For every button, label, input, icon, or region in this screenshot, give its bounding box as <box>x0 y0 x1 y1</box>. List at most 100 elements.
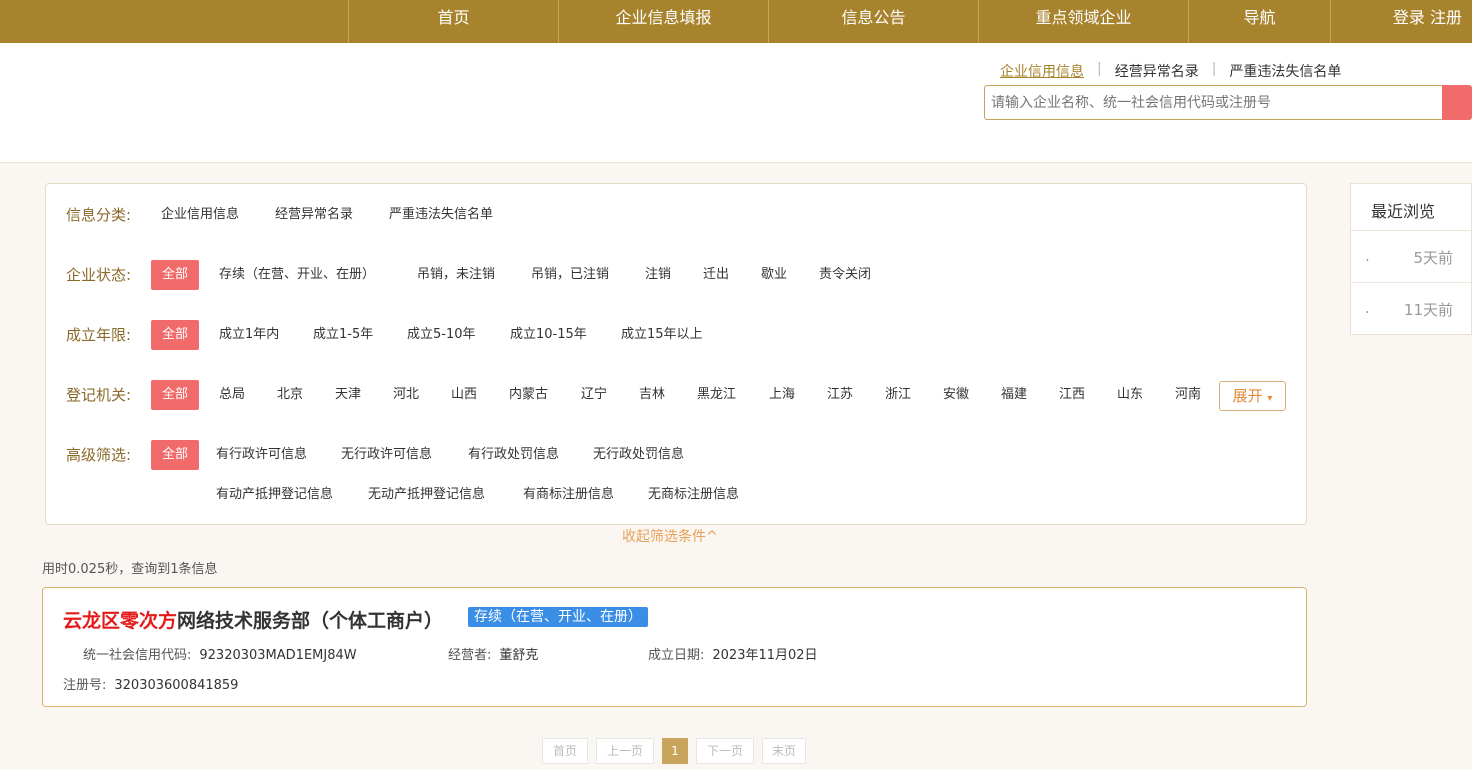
status-option[interactable]: 吊销，未注销 <box>417 260 495 290</box>
date-value: 2023年11月02日 <box>712 648 818 663</box>
date-label: 成立日期: <box>648 648 705 663</box>
reg-no-label: 注册号: <box>63 678 107 693</box>
authority-option[interactable]: 黑龙江 <box>697 380 736 410</box>
authority-option[interactable]: 上海 <box>769 380 795 410</box>
result-stats: 用时0.025秒，查询到1条信息 <box>42 562 218 577</box>
company-name-link[interactable]: 云龙区零次方网络技术服务部（个体工商户） <box>63 606 443 633</box>
tab-abnormal-list[interactable]: 经营异常名录 <box>1115 61 1199 81</box>
years-option[interactable]: 成立5-10年 <box>407 320 476 350</box>
credit-code-field: 统一社会信用代码: 92320303MAD1EMJ84W <box>83 644 357 663</box>
authority-option[interactable]: 总局 <box>219 380 245 410</box>
expand-authority-button[interactable]: 展开 ▾ <box>1219 381 1286 411</box>
filter-label: 登记机关: <box>66 386 132 404</box>
filter-label: 成立年限: <box>66 326 132 344</box>
page-first-button[interactable]: 首页 <box>542 738 588 764</box>
advanced-option[interactable]: 有动产抵押登记信息 <box>216 480 333 510</box>
name-rest: 网络技术服务部（个体工商户） <box>177 610 444 632</box>
years-option[interactable]: 成立1年内 <box>219 320 279 350</box>
advanced-option[interactable]: 有行政许可信息 <box>216 440 307 470</box>
recent-time: 5天前 <box>1413 249 1453 267</box>
reg-no-value: 320303600841859 <box>114 678 239 693</box>
operator-field: 经营者: 董舒克 <box>448 644 538 663</box>
status-option[interactable]: 责令关闭 <box>819 260 871 290</box>
years-option-all[interactable]: 全部 <box>151 320 199 350</box>
operator-value: 董舒克 <box>499 648 539 663</box>
status-option-all[interactable]: 全部 <box>151 260 199 290</box>
authority-option[interactable]: 浙江 <box>885 380 911 410</box>
result-card: 云龙区零次方网络技术服务部（个体工商户） 存续（在营、开业、在册） 统一社会信用… <box>42 587 1307 707</box>
page-next-button[interactable]: 下一页 <box>696 738 754 764</box>
credit-code-label: 统一社会信用代码: <box>83 648 192 663</box>
advanced-option-all[interactable]: 全部 <box>151 440 199 470</box>
authority-option[interactable]: 天津 <box>335 380 361 410</box>
status-option[interactable]: 歇业 <box>761 260 787 290</box>
search-input[interactable] <box>984 85 1444 120</box>
nav-announcement[interactable]: 信息公告 <box>768 0 978 43</box>
page-prev-button[interactable]: 上一页 <box>596 738 654 764</box>
filter-row-status: 企业状态: 全部 存续（在营、开业、在册） 吊销，未注销 吊销，已注销 注销 迁… <box>66 260 1286 290</box>
advanced-option[interactable]: 无行政处罚信息 <box>593 440 684 470</box>
login-link[interactable]: 登录 <box>1393 8 1425 27</box>
authority-option[interactable]: 安徽 <box>943 380 969 410</box>
recent-item[interactable]: . 11天前 <box>1351 282 1472 334</box>
authority-option[interactable]: 辽宁 <box>581 380 607 410</box>
filter-row-years: 成立年限: 全部 成立1年内 成立1-5年 成立5-10年 成立10-15年 成… <box>66 320 1286 350</box>
status-badge: 存续（在营、开业、在册） <box>468 607 648 627</box>
recent-item[interactable]: . 5天前 <box>1351 230 1472 282</box>
authority-option[interactable]: 河南 <box>1175 380 1201 410</box>
tab-blacklist[interactable]: 严重违法失信名单 <box>1229 61 1341 81</box>
reg-no-field: 注册号: 320303600841859 <box>63 674 238 693</box>
authority-option[interactable]: 江苏 <box>827 380 853 410</box>
status-option[interactable]: 注销 <box>645 260 671 290</box>
page-current[interactable]: 1 <box>662 738 688 764</box>
search-tabs: 企业信用信息 | 经营异常名录 | 严重违法失信名单 <box>1000 61 1341 81</box>
category-option[interactable]: 经营异常名录 <box>275 200 353 230</box>
operator-label: 经营者: <box>448 648 492 663</box>
filter-label: 高级筛选: <box>66 446 132 464</box>
top-nav: 首页 企业信息填报 信息公告 重点领域企业 导航 登录 注册 <box>0 0 1472 43</box>
years-option[interactable]: 成立15年以上 <box>621 320 703 350</box>
authority-option[interactable]: 福建 <box>1001 380 1027 410</box>
bullet: . <box>1365 247 1370 265</box>
advanced-option[interactable]: 无行政许可信息 <box>341 440 432 470</box>
years-option[interactable]: 成立10-15年 <box>510 320 587 350</box>
years-option[interactable]: 成立1-5年 <box>313 320 373 350</box>
filter-row-advanced-2: 有动产抵押登记信息 无动产抵押登记信息 有商标注册信息 无商标注册信息 <box>66 480 1286 510</box>
nav-guide[interactable]: 导航 <box>1188 0 1330 43</box>
status-option[interactable]: 存续（在营、开业、在册） <box>219 260 375 290</box>
collapse-filters-link[interactable]: 收起筛选条件^ <box>622 526 718 546</box>
authority-option-all[interactable]: 全部 <box>151 380 199 410</box>
tab-credit-info[interactable]: 企业信用信息 <box>1000 61 1084 81</box>
register-link[interactable]: 注册 <box>1430 8 1462 27</box>
recent-title: 最近浏览 <box>1371 202 1436 221</box>
filter-label: 信息分类: <box>66 206 132 224</box>
advanced-option[interactable]: 有商标注册信息 <box>523 480 614 510</box>
nav-info-report[interactable]: 企业信息填报 <box>558 0 768 43</box>
page-last-button[interactable]: 末页 <box>762 738 806 764</box>
authority-option[interactable]: 山东 <box>1117 380 1143 410</box>
filter-panel: 信息分类: 企业信用信息 经营异常名录 严重违法失信名单 企业状态: 全部 存续… <box>45 183 1307 525</box>
status-option[interactable]: 吊销，已注销 <box>531 260 609 290</box>
authority-option[interactable]: 江西 <box>1059 380 1085 410</box>
nav-home[interactable]: 首页 <box>348 0 558 43</box>
expand-label: 展开 <box>1232 387 1263 405</box>
authority-option[interactable]: 山西 <box>451 380 477 410</box>
authority-option[interactable]: 北京 <box>277 380 303 410</box>
advanced-option[interactable]: 无商标注册信息 <box>648 480 739 510</box>
filter-row-advanced: 高级筛选: 全部 有行政许可信息 无行政许可信息 有行政处罚信息 无行政处罚信息 <box>66 440 1286 470</box>
category-option[interactable]: 严重违法失信名单 <box>389 200 493 230</box>
auth-links: 登录 注册 <box>1330 0 1472 43</box>
caret-down-icon: ▾ <box>1267 393 1273 404</box>
nav-key-enterprise[interactable]: 重点领域企业 <box>978 0 1188 43</box>
advanced-option[interactable]: 无动产抵押登记信息 <box>368 480 485 510</box>
category-option[interactable]: 企业信用信息 <box>161 200 239 230</box>
recent-time: 11天前 <box>1403 301 1453 319</box>
authority-option[interactable]: 吉林 <box>639 380 665 410</box>
filter-row-authority: 登记机关: 全部 总局 北京 天津 河北 山西 内蒙古 辽宁 吉林 黑龙江 上海… <box>66 380 1216 410</box>
advanced-option[interactable]: 有行政处罚信息 <box>468 440 559 470</box>
authority-option[interactable]: 内蒙古 <box>509 380 548 410</box>
search-button[interactable] <box>1442 85 1472 120</box>
authority-option[interactable]: 河北 <box>393 380 419 410</box>
tab-separator: | <box>1097 61 1102 77</box>
status-option[interactable]: 迁出 <box>703 260 729 290</box>
